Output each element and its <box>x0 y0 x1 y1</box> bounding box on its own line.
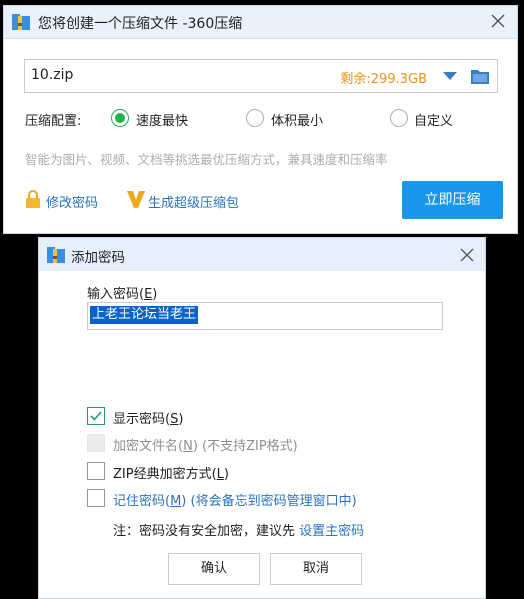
radio-smallest-label[interactable]: 体积最小 <box>271 110 323 129</box>
radio-fastest[interactable] <box>111 109 129 127</box>
window-title: 您将创建一个压缩文件 -360压缩 <box>38 16 243 32</box>
output-path-field[interactable]: 10.zip 剩余:299.3GB <box>24 59 498 93</box>
compress-config-label: 压缩配置: <box>25 114 82 129</box>
lock-icon <box>26 190 40 208</box>
free-space-label: 剩余:299.3GB <box>340 72 427 87</box>
add-password-dialog: 添加密码 输入密码(E) 上老王论坛当老王 显示密码(S) 加密文件名(N) (… <box>38 237 486 599</box>
archive-app-icon <box>12 14 30 30</box>
remember-password-label[interactable]: 记住密码(M) (将会备忘到密码管理窗口中) <box>113 490 357 509</box>
title-bar: 您将创建一个压缩文件 -360压缩 <box>4 6 517 39</box>
password-input[interactable]: 上老王论坛当老王 <box>87 302 443 330</box>
show-password-checkbox[interactable] <box>87 407 105 425</box>
security-note: 注：密码没有安全加密，建议先 设置主密码 <box>113 524 365 539</box>
confirm-button[interactable]: 确认 <box>168 553 260 585</box>
super-package-icon <box>127 191 145 208</box>
archive-app-icon <box>47 247 65 263</box>
show-password-label[interactable]: 显示密码(S) <box>113 408 183 427</box>
radio-custom-label[interactable]: 自定义 <box>414 110 453 129</box>
cancel-button[interactable]: 取消 <box>270 553 362 585</box>
radio-custom[interactable] <box>390 109 408 127</box>
compress-now-button[interactable]: 立即压缩 <box>402 181 503 219</box>
compress-hint: 智能为图片、视频、文档等挑选最优压缩方式，兼具速度和压缩率 <box>25 152 388 167</box>
dialog-title-bar: 添加密码 <box>39 238 485 271</box>
folder-icon[interactable] <box>471 69 489 84</box>
zip-classic-encryption-checkbox[interactable] <box>87 462 105 480</box>
set-master-password-link[interactable]: 设置主密码 <box>299 524 364 539</box>
close-icon[interactable] <box>491 14 505 28</box>
password-value[interactable]: 上老王论坛当老王 <box>90 306 199 324</box>
dropdown-arrow-icon[interactable] <box>443 72 457 80</box>
encrypt-filename-label: 加密文件名(N) (不支持ZIP格式) <box>113 439 298 454</box>
radio-smallest[interactable] <box>246 109 264 127</box>
checkmark-icon <box>90 411 102 421</box>
close-icon[interactable] <box>460 248 474 262</box>
encrypt-filename-checkbox <box>87 434 105 452</box>
dialog-title: 添加密码 <box>71 250 125 266</box>
filename-value[interactable]: 10.zip <box>31 67 73 83</box>
remember-password-checkbox[interactable] <box>87 489 105 507</box>
zip-classic-encryption-label[interactable]: ZIP经典加密方式(L) <box>113 463 229 482</box>
radio-fastest-label[interactable]: 速度最快 <box>136 110 188 129</box>
change-password-link[interactable]: 修改密码 <box>46 192 98 211</box>
super-package-link[interactable]: 生成超级压缩包 <box>148 192 239 211</box>
password-input-label: 输入密码(E) <box>87 287 158 302</box>
compress-window: 您将创建一个压缩文件 -360压缩 10.zip 剩余:299.3GB 压缩配置… <box>3 5 518 234</box>
